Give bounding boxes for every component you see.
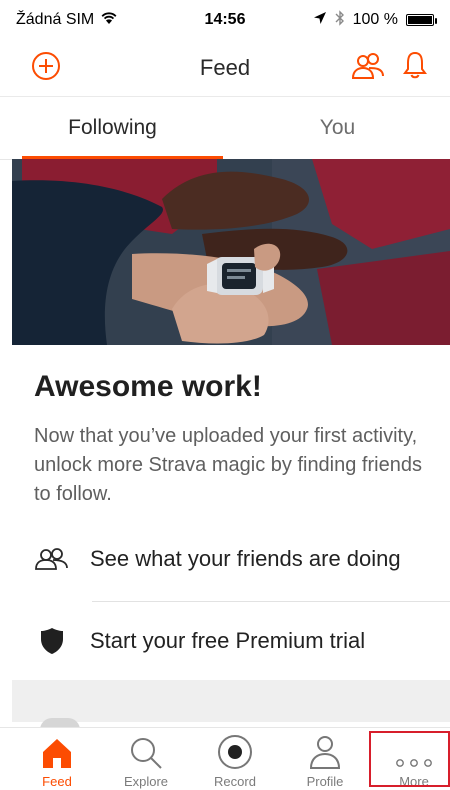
feed-separator [12,680,450,722]
more-icon [394,728,434,770]
bottom-tab-bar: Feed Explore Record Profile More [0,727,450,790]
tab-following-label: Following [68,116,157,139]
bottom-tab-more-label: More [399,774,429,789]
add-button[interactable] [30,51,62,86]
see-friends-label: See what your friends are doing [90,546,401,571]
add-icon [31,51,61,86]
tab-following[interactable]: Following [0,97,225,159]
friends-icon [351,52,385,85]
status-left: Žádná SIM [16,11,118,30]
hero-image [12,159,450,345]
page-title: Feed [199,55,251,80]
bell-icon [402,50,428,85]
status-bar: Žádná SIM 14:56 100 % [0,0,450,40]
battery-percent: 100 % [352,11,398,28]
feed-tabs: Following You [0,97,450,160]
row-divider [92,601,450,602]
battery-icon [406,14,437,26]
hands-with-watch-illustration [12,159,450,345]
notifications-button[interactable] [400,50,430,84]
bottom-tab-profile[interactable]: Profile [280,728,370,790]
card-description: Now that you’ve uploaded your first acti… [34,425,422,505]
bottom-tab-explore[interactable]: Explore [101,728,191,790]
bottom-tab-profile-label: Profile [306,774,344,789]
find-friends-button[interactable] [350,52,386,84]
location-arrow-icon [313,11,327,30]
bottom-tab-explore-label: Explore [123,774,169,789]
carrier-label: Žádná SIM [16,11,95,28]
onboarding-card: Awesome work! Now that you’ve uploaded y… [12,345,450,680]
status-right: 100 % [313,9,437,31]
premium-trial-label: Start your free Premium trial [90,628,366,653]
bottom-tab-feed-label: Feed [42,774,72,789]
wifi-icon [100,11,118,30]
home-icon [40,728,74,770]
bottom-tab-more[interactable]: More [369,728,450,790]
bluetooth-icon [335,9,345,31]
premium-trial-row[interactable]: Start your free Premium trial [34,613,450,669]
bottom-tab-feed[interactable]: Feed [12,728,102,790]
status-time: 14:56 [204,11,246,28]
profile-icon [308,728,342,770]
card-title: Awesome work! [34,370,262,403]
tab-you-label: You [319,116,356,139]
top-navigation: Feed [0,40,450,97]
people-icon [34,548,70,570]
bottom-tab-record-label: Record [214,774,256,789]
search-icon [129,728,163,770]
shield-icon [34,626,70,656]
record-icon [217,728,253,770]
tab-you[interactable]: You [225,97,450,159]
bottom-tab-record[interactable]: Record [190,728,280,790]
see-friends-row[interactable]: See what your friends are doing [34,531,450,587]
